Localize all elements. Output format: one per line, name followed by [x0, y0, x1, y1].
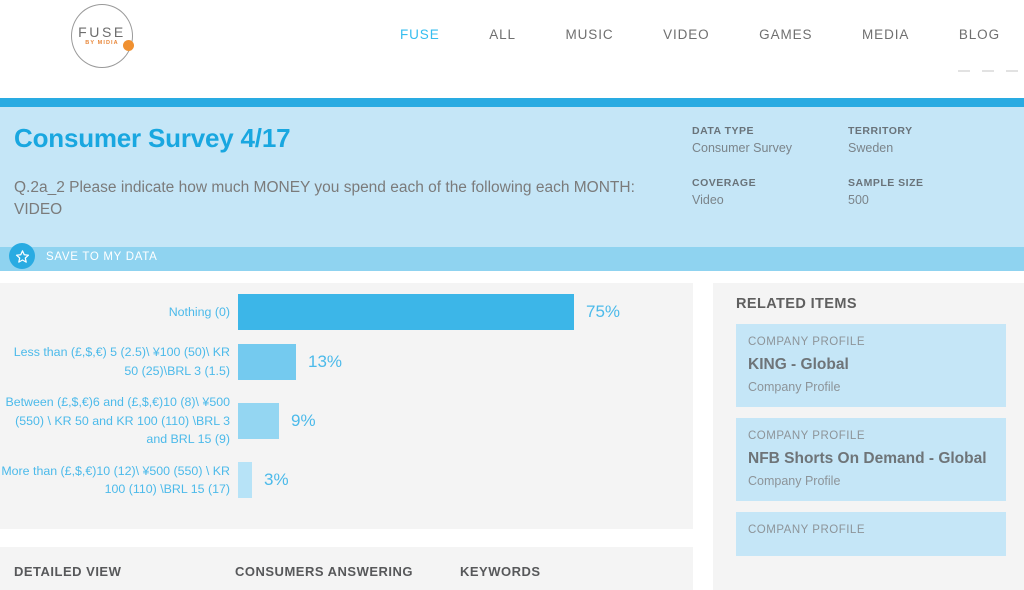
related-item-kicker: COMPANY PROFILE — [748, 336, 865, 348]
logo-wordmark: FUSE — [78, 24, 126, 40]
metadata-field-data-type: DATA TYPE Consumer Survey — [692, 125, 848, 155]
related-item-kicker: COMPANY PROFILE — [748, 524, 865, 536]
chart-value-label: 13% — [308, 351, 343, 371]
star-icon[interactable] — [9, 243, 35, 269]
nav-item-games[interactable]: GAMES — [759, 27, 812, 42]
dash-icon — [982, 70, 994, 72]
related-item-card[interactable]: COMPANY PROFILE — [736, 512, 1006, 556]
nav-item-fuse[interactable]: FUSE — [400, 27, 440, 42]
chart-row: Less than (£,$,€) 5 (2.5)\ ¥100 (50)\ KR… — [0, 343, 693, 380]
dash-icon — [1006, 70, 1018, 72]
metadata-field-coverage: COVERAGE Video — [692, 177, 848, 207]
chart-value-label: 3% — [264, 470, 289, 489]
view-tab-bar: DETAILED VIEW CONSUMERS ANSWERING KEYWOR… — [0, 547, 693, 590]
hero-accent-strip — [0, 98, 1024, 107]
metadata-label: TERRITORY — [848, 125, 913, 137]
site-logo[interactable]: FUSE BY MIDIA — [68, 2, 140, 70]
nav-item-blog[interactable]: BLOG — [959, 27, 1000, 42]
related-item-subtitle: Company Profile — [748, 380, 841, 394]
metadata-field-territory: TERRITORY Sweden — [848, 125, 1012, 155]
dash-icon — [958, 70, 970, 72]
chart-bar — [238, 462, 252, 498]
bar-chart: Nothing (0) 75% Less than (£,$,€) 5 (2.5… — [0, 294, 693, 512]
save-to-my-data-label[interactable]: SAVE TO MY DATA — [46, 251, 157, 263]
chart-panel: Nothing (0) 75% Less than (£,$,€) 5 (2.5… — [0, 283, 693, 529]
related-item-kicker: COMPANY PROFILE — [748, 430, 865, 442]
chart-value-label: 9% — [291, 410, 316, 430]
chart-value-label: 75% — [586, 302, 621, 321]
metadata-label: DATA TYPE — [692, 125, 755, 137]
survey-question-text: Q.2a_2 Please indicate how much MONEY yo… — [14, 179, 635, 218]
related-item-card[interactable]: COMPANY PROFILE KING - Global Company Pr… — [736, 324, 1006, 407]
metadata-grid: DATA TYPE Consumer Survey TERRITORY Swed… — [692, 125, 1012, 207]
nav-item-music[interactable]: MUSIC — [566, 27, 614, 42]
chart-category-label: Between (£,$,€)6 and (£,$,€)10 (8)\ ¥500… — [5, 395, 230, 446]
chart-bar — [238, 294, 574, 330]
related-items-title: RELATED ITEMS — [736, 296, 857, 312]
metadata-value: 500 — [848, 193, 869, 207]
main-menu: FUSE ALL MUSIC VIDEO GAMES MEDIA BLOG — [400, 27, 1000, 42]
metadata-value: Video — [692, 193, 724, 207]
nav-item-media[interactable]: MEDIA — [862, 27, 909, 42]
chart-bar-group: 9% — [238, 402, 693, 439]
chart-bar — [238, 402, 279, 439]
tab-keywords[interactable]: KEYWORDS — [460, 564, 541, 579]
save-to-my-data-bar[interactable]: SAVE TO MY DATA — [0, 243, 1024, 271]
hero-banner: Consumer Survey 4/17 Q.2a_2 Please indic… — [0, 107, 1024, 247]
panel-arrow-icon — [696, 293, 712, 333]
page-title: Consumer Survey 4/17 — [14, 123, 291, 153]
chart-row: Between (£,$,€)6 and (£,$,€)10 (8)\ ¥500… — [0, 393, 693, 449]
chart-bar — [238, 343, 296, 380]
tab-detailed-view[interactable]: DETAILED VIEW — [14, 564, 235, 579]
chart-bar-group: 3% — [238, 462, 693, 498]
related-item-title: NFB Shorts On Demand - Global — [748, 450, 987, 467]
related-item-subtitle: Company Profile — [748, 474, 841, 488]
related-items-list: COMPANY PROFILE KING - Global Company Pr… — [736, 324, 1006, 567]
chart-category-label: Nothing (0) — [168, 304, 230, 319]
metadata-value: Sweden — [848, 141, 894, 155]
nav-item-all[interactable]: ALL — [489, 27, 516, 42]
chart-category-label: Less than (£,$,€) 5 (2.5)\ ¥100 (50)\ KR… — [13, 345, 230, 378]
chart-category-label: More than (£,$,€)10 (12)\ ¥500 (550) \ K… — [1, 463, 230, 497]
chart-bar-group: 75% — [238, 294, 693, 330]
logo-dot-icon — [123, 40, 134, 51]
metadata-label: SAMPLE SIZE — [848, 177, 924, 189]
metadata-field-sample-size: SAMPLE SIZE 500 — [848, 177, 1012, 207]
related-item-card[interactable]: COMPANY PROFILE NFB Shorts On Demand - G… — [736, 418, 1006, 501]
chart-row: Nothing (0) 75% — [0, 294, 693, 330]
chart-row: More than (£,$,€)10 (12)\ ¥500 (550) \ K… — [0, 462, 693, 499]
metadata-label: COVERAGE — [692, 177, 757, 189]
nav-item-video[interactable]: VIDEO — [663, 27, 710, 42]
metadata-value: Consumer Survey — [692, 141, 793, 155]
related-item-title: KING - Global — [748, 356, 849, 373]
tab-consumers-answering[interactable]: CONSUMERS ANSWERING — [235, 564, 460, 579]
secondary-nav-placeholder — [958, 70, 1018, 72]
top-navigation-bar: FUSE BY MIDIA FUSE ALL MUSIC VIDEO GAMES… — [0, 0, 1024, 98]
chart-bar-group: 13% — [238, 343, 693, 380]
related-items-panel: RELATED ITEMS COMPANY PROFILE KING - Glo… — [712, 283, 1024, 590]
